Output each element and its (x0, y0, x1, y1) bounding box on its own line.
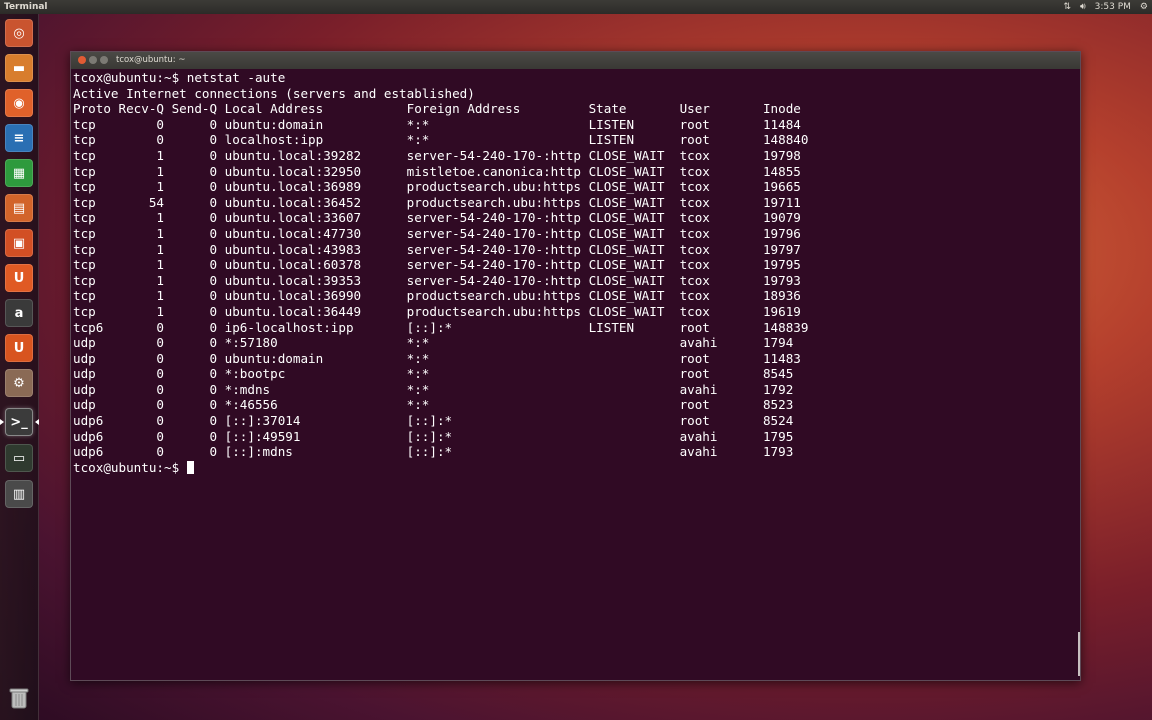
minimize-button[interactable] (89, 56, 97, 64)
terminal-output[interactable]: tcox@ubuntu:~$ netstat -aute Active Inter… (73, 70, 808, 475)
firefox-icon[interactable]: ◉ (5, 89, 33, 117)
terminal-line: tcp 1 0 ubuntu.local:39353 server-54-240… (73, 272, 801, 288)
terminal-line: udp6 0 0 [::]:49591 [::]:* avahi 1795 (73, 428, 794, 444)
text-cursor (186, 460, 194, 474)
terminal-line: tcp 1 0 ubuntu.local:36989 productsearch… (73, 179, 801, 195)
amazon-icon[interactable]: a (5, 299, 33, 327)
terminal-line: tcp6 0 0 ip6-localhost:ipp [::]:* LISTEN… (73, 319, 809, 335)
writer-icon[interactable]: ≡ (5, 124, 33, 152)
ubuntu-one-music-icon[interactable]: U (5, 334, 33, 362)
workspace-switcher-icon[interactable]: ▥ (5, 480, 33, 508)
files-icon[interactable]: ▬ (5, 54, 33, 82)
impress-icon[interactable]: ▤ (5, 194, 33, 222)
terminal-line: tcox@ubuntu:~$ netstat -aute (73, 70, 286, 85)
terminal-line: tcp 1 0 ubuntu.local:43983 server-54-240… (73, 241, 801, 257)
terminal-window: tcox@ubuntu: ~ tcox@ubuntu:~$ netstat -a… (70, 51, 1081, 681)
clock[interactable]: 3:53 PM (1095, 0, 1131, 14)
window-title: tcox@ubuntu: ~ (116, 55, 186, 65)
terminal-line: udp 0 0 ubuntu:domain *:* root 11483 (73, 350, 801, 366)
calc-icon[interactable]: ▦ (5, 159, 33, 187)
terminal-line: tcp 1 0 ubuntu.local:32950 mistletoe.can… (73, 163, 801, 179)
terminal-alt-icon[interactable]: ▭ (5, 444, 33, 472)
terminal-line: tcp 1 0 ubuntu.local:60378 server-54-240… (73, 257, 801, 273)
window-titlebar[interactable]: tcox@ubuntu: ~ (71, 52, 1080, 69)
terminal-line: tcp 54 0 ubuntu.local:36452 productsearc… (73, 194, 801, 210)
gear-icon[interactable]: ⚙ (1140, 0, 1148, 14)
dash-home-icon[interactable]: ◎ (5, 19, 33, 47)
terminal-line: tcp 0 0 ubuntu:domain *:* LISTEN root 11… (73, 116, 801, 132)
terminal-icon[interactable]: >_ (0, 408, 39, 436)
system-settings-icon[interactable]: ⚙ (5, 369, 33, 397)
terminal-line: udp 0 0 *:57180 *:* avahi 1794 (73, 335, 794, 351)
ubuntu-one-icon[interactable]: U (5, 264, 33, 292)
volume-icon[interactable]: 🔊︎ (1080, 0, 1086, 14)
terminal-line: udp6 0 0 [::]:mdns [::]:* avahi 1793 (73, 444, 794, 460)
trash-icon[interactable] (6, 685, 32, 711)
launcher: ◎ ▬ ◉ ≡ ▦ ▤ ▣ Ua U ⚙ >_ ▭ ▥ (0, 14, 39, 720)
terminal-line: tcp 0 0 localhost:ipp *:* LISTEN root 14… (73, 132, 809, 148)
software-center-icon[interactable]: ▣ (5, 229, 33, 257)
maximize-button[interactable] (100, 56, 108, 64)
terminal-line: tcp 1 0 ubuntu.local:39282 server-54-240… (73, 147, 801, 163)
terminal-line: Active Internet connections (servers and… (73, 85, 475, 101)
terminal-prompt-line[interactable]: tcox@ubuntu:~$ (73, 460, 808, 476)
terminal-line: Proto Recv-Q Send-Q Local Address Foreig… (73, 101, 801, 117)
terminal-line: udp6 0 0 [::]:37014 [::]:* root 8524 (73, 413, 794, 429)
terminal-line: tcp 1 0 ubuntu.local:36990 productsearch… (73, 288, 801, 304)
focused-indicator-icon (35, 419, 39, 425)
scrollbar[interactable] (1078, 632, 1080, 676)
top-panel: Terminal ⇅ 🔊︎ 3:53 PM ⚙ (0, 0, 1152, 14)
terminal-prompt: tcox@ubuntu:~$ (73, 459, 187, 475)
active-app-title: Terminal (4, 2, 48, 12)
running-indicator-icon (0, 419, 4, 425)
close-button[interactable] (78, 56, 86, 64)
indicator-area: ⇅ 🔊︎ 3:53 PM ⚙ (1063, 0, 1148, 14)
terminal-line: tcp 1 0 ubuntu.local:47730 server-54-240… (73, 225, 801, 241)
terminal-line: tcp 1 0 ubuntu.local:36449 productsearch… (73, 303, 801, 319)
terminal-line: udp 0 0 *:46556 *:* root 8523 (73, 397, 794, 413)
network-icon[interactable]: ⇅ (1063, 0, 1071, 14)
terminal-line: tcp 1 0 ubuntu.local:33607 server-54-240… (73, 210, 801, 226)
terminal-line: udp 0 0 *:bootpc *:* root 8545 (73, 366, 794, 382)
terminal-line: udp 0 0 *:mdns *:* avahi 1792 (73, 381, 794, 397)
